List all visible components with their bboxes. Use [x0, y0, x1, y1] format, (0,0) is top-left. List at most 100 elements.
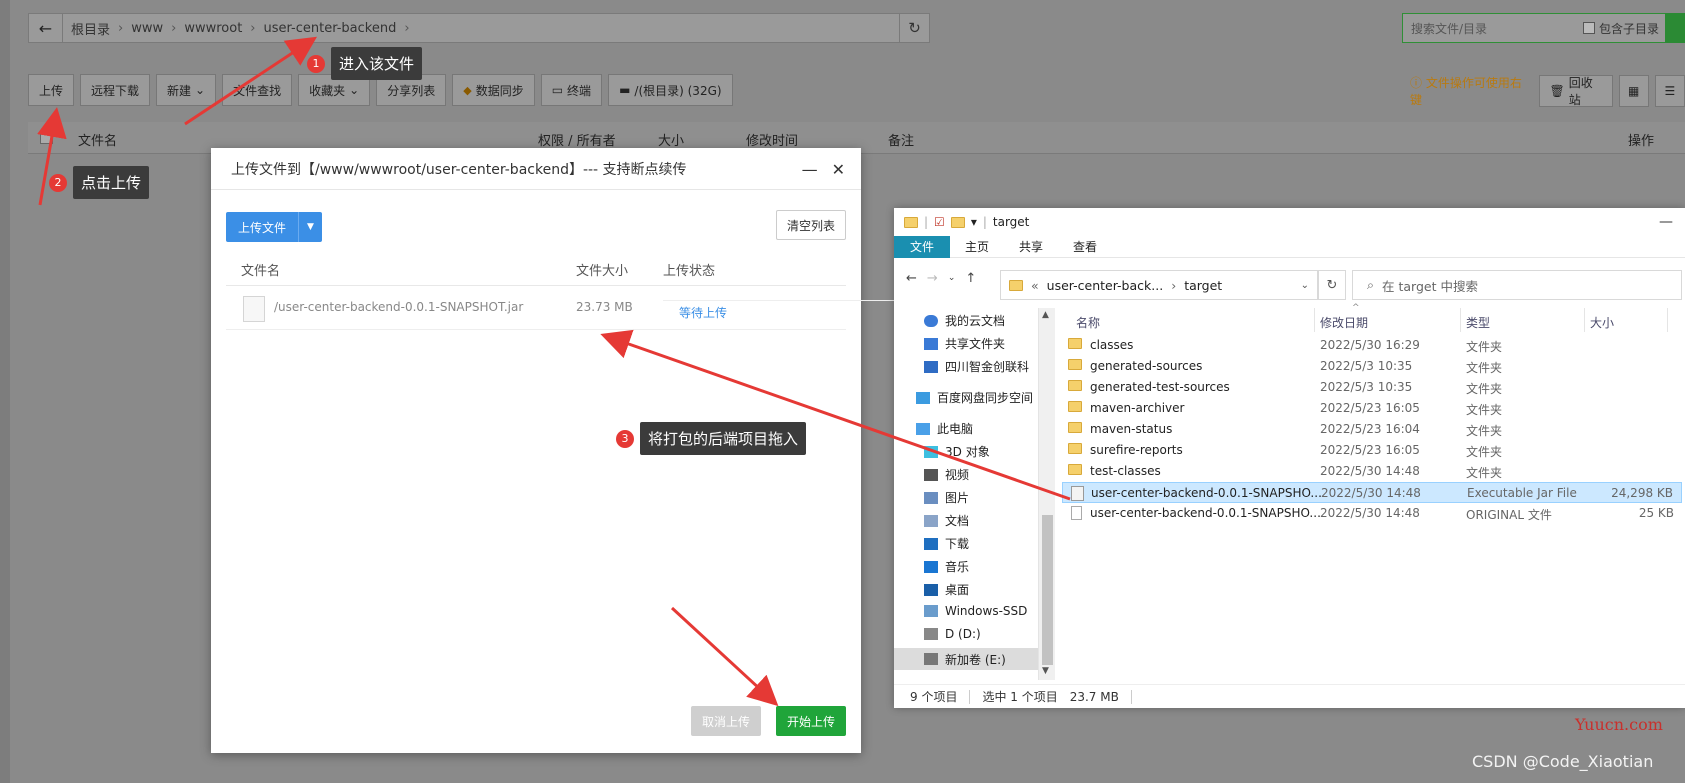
search-go-button[interactable]	[1665, 13, 1685, 43]
include-subdir-checkbox[interactable]	[1582, 22, 1595, 34]
forward-icon[interactable]: →	[927, 271, 938, 286]
file-name: generated-test-sources	[1090, 380, 1230, 394]
recycle-bin-button[interactable]: 🗑 回收站	[1538, 75, 1613, 107]
nav-item-pictures[interactable]: 图片	[924, 489, 969, 506]
clear-list-button[interactable]: 清空列表	[775, 210, 846, 240]
new-folder-icon[interactable]	[950, 216, 965, 228]
scrollbar-thumb[interactable]	[1042, 515, 1053, 665]
file-type: 文件夹	[1466, 445, 1503, 459]
select-all-checkbox[interactable]	[40, 131, 53, 144]
folder-icon	[1068, 380, 1082, 391]
address-crumb-target[interactable]: target	[1184, 278, 1222, 293]
cancel-upload-button[interactable]: 取消上传	[691, 706, 761, 736]
nav-item-3d-objects[interactable]: 3D 对象	[924, 443, 990, 460]
address-bar[interactable]: « user-center-back... › target ⌄	[1000, 270, 1318, 300]
nav-item-d-drive[interactable]: D (D:)	[924, 627, 981, 641]
file-row[interactable]: classes 2022/5/30 16:29 文件夹	[1062, 335, 1682, 356]
cube-icon	[924, 445, 938, 458]
scroll-up-icon[interactable]: ▲	[1042, 310, 1049, 320]
disk-button[interactable]: ▬/(根目录) (32G)	[608, 74, 733, 106]
col-header-name[interactable]: 名称	[1076, 314, 1100, 331]
file-row[interactable]: user-center-backend-0.0.1-SNAPSHO... 2022…	[1062, 482, 1682, 503]
col-header-type[interactable]: 类型	[1466, 314, 1490, 331]
scroll-down-icon[interactable]: ▼	[1042, 666, 1049, 676]
nav-item-documents[interactable]: 文档	[924, 512, 969, 529]
refresh-icon[interactable]: ↻	[899, 14, 929, 42]
upload-button[interactable]: 上传	[28, 74, 75, 106]
col-note: 备注	[888, 134, 915, 149]
nav-item-videos[interactable]: 视频	[924, 466, 969, 483]
nav-scrollbar[interactable]: ▲ ▼	[1038, 308, 1055, 680]
tab-home[interactable]: 主页	[950, 238, 1004, 255]
tab-share[interactable]: 共享	[1004, 238, 1058, 255]
file-date: 2022/5/30 14:48	[1320, 464, 1420, 478]
col-header-size[interactable]: 大小	[1590, 314, 1614, 331]
file-date: 2022/5/23 16:05	[1320, 443, 1420, 457]
explorer-search-input[interactable]: ⌕ 在 target 中搜索	[1352, 270, 1682, 300]
tab-file[interactable]: 文件	[894, 235, 950, 258]
file-row[interactable]: user-center-backend-0.0.1-SNAPSHO... 2022…	[1062, 503, 1682, 524]
nav-item-baidu-sync[interactable]: 百度网盘同步空间	[916, 389, 1033, 406]
file-type: 文件夹	[1466, 382, 1503, 396]
properties-icon[interactable]: ☑	[934, 215, 945, 229]
file-row[interactable]: generated-test-sources 2022/5/3 10:35 文件夹	[1062, 377, 1682, 398]
minimize-icon[interactable]: —	[802, 160, 818, 179]
file-date: 2022/5/30 16:29	[1320, 338, 1420, 352]
nav-item-e-drive[interactable]: 新加卷 (E:)	[894, 648, 1038, 670]
nav-item-this-pc[interactable]: 此电脑	[916, 420, 973, 437]
nav-item-desktop[interactable]: 桌面	[924, 581, 969, 598]
file-find-button[interactable]: 文件查找	[222, 74, 293, 106]
status-selected: 选中 1 个项目	[982, 690, 1058, 704]
crumb-user-center-backend[interactable]: user-center-backend	[264, 21, 397, 36]
chevron-down-icon[interactable]: ⌄	[1301, 280, 1309, 291]
nav-item-music[interactable]: 音乐	[924, 558, 969, 575]
back-icon[interactable]: ←	[906, 271, 917, 286]
data-sync-button[interactable]: ◆ 数据同步	[452, 74, 535, 106]
dialog-title: 上传文件到【/www/wwwroot/user-center-backend】-…	[211, 148, 861, 190]
list-view-icon[interactable]: ☰	[1654, 75, 1685, 107]
crumb-www[interactable]: www	[131, 21, 163, 36]
recent-dropdown-icon[interactable]: ⌄	[948, 273, 956, 283]
file-type: 文件夹	[1466, 424, 1503, 438]
nav-item-cloud-docs[interactable]: 我的云文档	[924, 312, 1005, 329]
upload-file-button[interactable]: 上传文件 ▼	[226, 212, 323, 242]
file-row[interactable]: maven-status 2022/5/23 16:04 文件夹	[1062, 419, 1682, 440]
remote-download-button[interactable]: 远程下载	[80, 74, 151, 106]
file-row[interactable]: generated-sources 2022/5/3 10:35 文件夹	[1062, 356, 1682, 377]
file-name: user-center-backend-0.0.1-SNAPSHO...	[1090, 506, 1321, 520]
nav-item-shared-folder[interactable]: 共享文件夹	[924, 335, 1005, 352]
col-perm[interactable]: 权限 / 所有者	[538, 130, 616, 149]
refresh-icon[interactable]: ↻	[1318, 270, 1346, 300]
crumb-wwwroot[interactable]: wwwroot	[184, 21, 242, 36]
status-size: 23.7 MB	[1069, 689, 1119, 704]
file-row[interactable]: test-classes 2022/5/30 14:48 文件夹	[1062, 461, 1682, 482]
qat-dropdown-icon[interactable]: ▾	[971, 215, 977, 229]
video-icon	[924, 468, 938, 481]
breadcrumb: 根目录 › www › wwwroot › user-center-backend ›	[71, 19, 410, 38]
caret-down-icon[interactable]: ▼	[298, 212, 322, 242]
crumb-root[interactable]: 根目录	[71, 19, 110, 38]
terminal-button[interactable]: ▭ 终端	[540, 74, 603, 106]
drive-icon	[924, 653, 938, 665]
file-row[interactable]: surefire-reports 2022/5/23 16:05 文件夹	[1062, 440, 1682, 461]
start-upload-button[interactable]: 开始上传	[776, 706, 846, 736]
nav-item-downloads[interactable]: 下载	[924, 535, 969, 552]
file-row[interactable]: maven-archiver 2022/5/23 16:05 文件夹	[1062, 398, 1682, 419]
up-icon[interactable]: ↑	[965, 271, 976, 286]
col-mtime[interactable]: 修改时间	[746, 130, 798, 149]
new-button[interactable]: 新建 ⌄	[156, 74, 217, 106]
trash-icon: 🗑	[1549, 84, 1565, 98]
upload-col-status: 上传状态	[663, 264, 716, 279]
col-header-date[interactable]: 修改日期	[1320, 314, 1368, 331]
nav-item-org[interactable]: 四川智金创联科	[924, 358, 1029, 375]
tab-view[interactable]: 查看	[1058, 238, 1112, 255]
col-size[interactable]: 大小	[658, 130, 684, 149]
minimize-icon[interactable]: —	[1659, 214, 1673, 230]
address-crumb-parent[interactable]: user-center-back...	[1047, 278, 1164, 293]
back-arrow-icon[interactable]: ←	[29, 14, 63, 42]
nav-item-windows-ssd[interactable]: Windows-SSD	[924, 604, 1027, 618]
file-search-input[interactable]: 搜索文件/目录	[1403, 20, 1583, 37]
col-name[interactable]: 文件名	[78, 130, 117, 149]
close-icon[interactable]: ✕	[832, 160, 845, 179]
grid-view-icon[interactable]: ▦	[1618, 75, 1649, 107]
